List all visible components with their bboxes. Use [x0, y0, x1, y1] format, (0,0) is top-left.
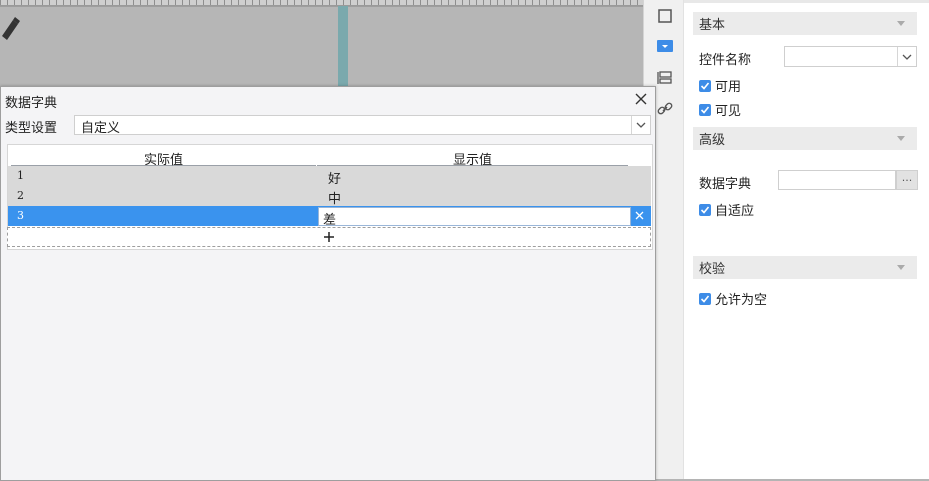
type-setting-label: 类型设置 [5, 121, 58, 136]
frame-icon[interactable] [656, 7, 674, 25]
data-dict-label: 数据字典 [699, 177, 752, 192]
control-name-select[interactable] [784, 46, 917, 67]
visible-label: 可见 [715, 104, 742, 119]
allow-empty-label: 允许为空 [715, 293, 768, 308]
enabled-label: 可用 [715, 80, 742, 95]
auto-fit-label: 自适应 [715, 204, 755, 219]
table-row[interactable]: 1 好 [8, 166, 651, 187]
advanced-section-title: 高级 [699, 133, 726, 148]
column-header-display: 显示值 [317, 149, 628, 168]
chevron-down-icon [897, 21, 905, 26]
display-value-cell: 中 [328, 192, 342, 207]
actual-value-cell: 3 [17, 209, 24, 222]
plus-icon [324, 232, 334, 242]
data-dictionary-dialog: 数据字典 类型设置 自定义 实际值 显示值 1 好 2 中 3 差 [0, 86, 656, 481]
dropdown-widget-icon[interactable] [656, 37, 674, 55]
column-header-actual: 实际值 [11, 149, 316, 168]
checkmark-icon [699, 79, 711, 92]
actual-value-cell: 1 [17, 169, 24, 182]
chevron-down-icon [897, 136, 905, 141]
type-select-value: 自定义 [81, 121, 121, 136]
pencil-icon [2, 17, 20, 40]
data-dict-field[interactable] [778, 170, 896, 190]
link-icon[interactable] [656, 100, 674, 118]
checkmark-icon [699, 292, 711, 305]
add-row-button[interactable] [7, 227, 651, 247]
display-value-input[interactable]: 差 [318, 207, 631, 228]
column-highlight [338, 6, 348, 86]
auto-fit-checkbox[interactable]: 自适应 [699, 200, 754, 219]
control-name-label: 控件名称 [699, 53, 752, 68]
basic-section-title: 基本 [699, 18, 726, 33]
checkmark-icon [699, 203, 711, 216]
property-panel: 基本 控件名称 可用 可见 高级 数据字典 ··· 自适应 校验 允许为空 [683, 0, 929, 479]
basic-section-header[interactable]: 基本 [693, 12, 917, 35]
dialog-title: 数据字典 [5, 96, 58, 111]
layers-icon[interactable] [656, 69, 674, 87]
actual-value-cell: 2 [17, 189, 24, 202]
enabled-checkbox[interactable]: 可用 [699, 76, 741, 95]
table-row-selected[interactable]: 3 差 [8, 206, 651, 228]
checkmark-icon [699, 103, 711, 116]
ellipsis-button[interactable]: ··· [896, 170, 918, 190]
allow-empty-checkbox[interactable]: 允许为空 [699, 289, 767, 308]
canvas-divider [0, 6, 643, 7]
close-icon[interactable] [634, 92, 648, 106]
panel-top-border [684, 0, 929, 3]
chevron-down-icon[interactable] [897, 47, 916, 66]
validation-section-title: 校验 [699, 262, 726, 277]
display-value-text: 差 [323, 213, 337, 228]
validation-section-header[interactable]: 校验 [693, 256, 917, 279]
visible-checkbox[interactable]: 可见 [699, 100, 741, 119]
type-select[interactable]: 自定义 [74, 115, 651, 136]
table-row[interactable]: 2 中 [8, 186, 651, 207]
chevron-down-icon [897, 265, 905, 270]
chevron-down-icon[interactable] [631, 116, 650, 134]
advanced-section-header[interactable]: 高级 [693, 127, 917, 150]
delete-row-icon[interactable] [630, 207, 649, 224]
display-value-cell: 好 [328, 172, 342, 187]
